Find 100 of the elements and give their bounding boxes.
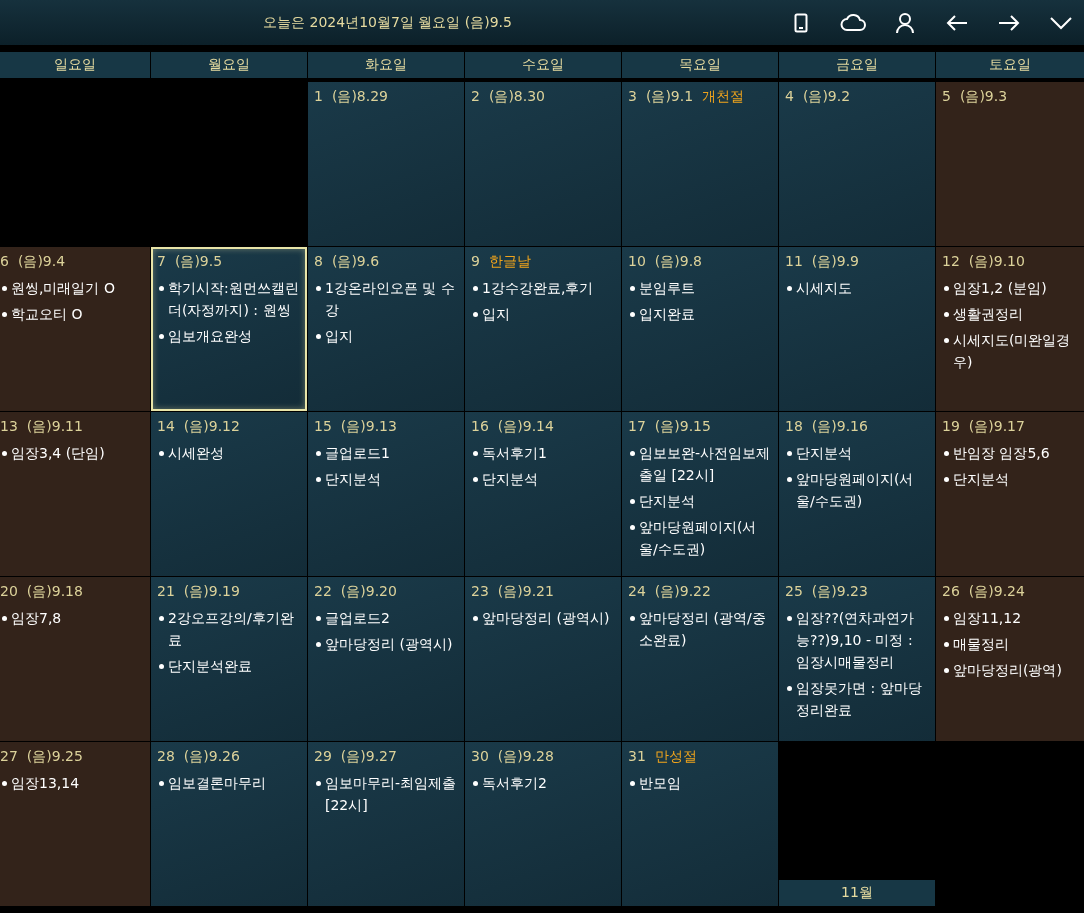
event-text: 임장??(연차과연가능??)9,10 - 미정 : 임장시매물정리 — [796, 609, 916, 672]
bullet-icon — [473, 451, 478, 456]
bullet-icon — [944, 286, 949, 291]
day-cell[interactable]: 28 (음)9.26 임보결론마무리 — [151, 742, 307, 906]
day-cell[interactable]: 31 만성절 반모임 — [622, 742, 778, 906]
event-text: 원씽,미래일기 O — [11, 279, 115, 298]
day-cell[interactable]: 22 (음)9.20 글업로드2 앞마당정리 (광역시) — [308, 577, 464, 741]
event-text: 앞마당원페이지(서울/수도권) — [796, 470, 915, 511]
bullet-icon — [2, 312, 7, 317]
bullet-icon — [316, 334, 321, 339]
event-text: 임보결론마무리 — [168, 774, 266, 793]
lunar-date: (음)9.26 — [183, 748, 240, 766]
bullet-icon — [316, 477, 321, 482]
day-cell[interactable]: 16 (음)9.14 독서후기1 단지분석 — [465, 412, 621, 576]
event-text: 1강온라인오픈 및 수강 — [325, 279, 456, 320]
lunar-date: (음)9.12 — [183, 418, 240, 436]
bullet-icon — [159, 664, 164, 669]
day-cell[interactable]: 4 (음)9.2 — [779, 82, 935, 246]
day-number: 17 — [628, 418, 646, 436]
day-cell[interactable]: 24 (음)9.22 앞마당정리 (광역/중소완료) — [622, 577, 778, 741]
day-cell[interactable]: 14 (음)9.12 시세완성 — [151, 412, 307, 576]
day-cell[interactable]: 21 (음)9.19 2강오프강의/후기완료 단지분석완료 — [151, 577, 307, 741]
day-number: 12 — [942, 253, 960, 271]
day-cell[interactable]: 1 (음)8.29 — [308, 82, 464, 246]
day-number: 6 — [0, 253, 9, 271]
bullet-icon — [944, 668, 949, 673]
bullet-icon — [159, 451, 164, 456]
day-cell[interactable]: 26 (음)9.24 임장11,12 매물정리 앞마당정리(광역) — [936, 577, 1084, 741]
event-text: 단지분석완료 — [168, 657, 252, 676]
event-text: 임보개요완성 — [168, 327, 252, 346]
day-number: 8 — [314, 253, 323, 271]
day-cell[interactable]: 23 (음)9.21 앞마당정리 (광역시) — [465, 577, 621, 741]
day-cell[interactable]: 25 (음)9.23 임장??(연차과연가능??)9,10 - 미정 : 임장시매물정리 임장못가면 : 앞마당정리완료 — [779, 577, 935, 741]
bullet-icon — [2, 616, 7, 621]
bullet-icon — [630, 499, 635, 504]
bullet-icon — [2, 451, 7, 456]
bullet-icon — [473, 781, 478, 786]
day-number: 1 — [314, 88, 323, 106]
day-cell[interactable]: 19 (음)9.17 반임장 임장5,6 단지분석 — [936, 412, 1084, 576]
day-cell[interactable]: 15 (음)9.13 글업로드1 단지분석 — [308, 412, 464, 576]
day-number: 24 — [628, 583, 646, 601]
event-text: 앞마당정리(광역) — [953, 661, 1062, 680]
day-cell[interactable]: 11 (음)9.9 시세지도 — [779, 247, 935, 411]
day-cell[interactable]: 27 (음)9.25 임장13,14 — [0, 742, 150, 906]
day-cell[interactable]: 18 (음)9.16 단지분석 앞마당원페이지(서울/수도권) — [779, 412, 935, 576]
lunar-date: (음)9.28 — [497, 748, 554, 766]
lunar-date: (음)9.15 — [654, 418, 711, 436]
bullet-icon — [159, 286, 164, 291]
day-cell[interactable]: 12 (음)9.10 임장1,2 (분임) 생활권정리 시세지도(미완일경우) — [936, 247, 1084, 411]
day-cell[interactable]: 3 (음)9.1 개천절 — [622, 82, 778, 246]
lunar-date: (음)9.16 — [811, 418, 868, 436]
day-cell[interactable]: 5 (음)9.3 — [936, 82, 1084, 246]
bullet-icon — [316, 616, 321, 621]
lunar-date: (음)9.17 — [968, 418, 1025, 436]
bullet-icon — [944, 312, 949, 317]
lunar-date: (음)9.13 — [340, 418, 397, 436]
day-number: 30 — [471, 748, 489, 766]
day-cell[interactable]: 9 한글날 1강수강완료,후기 입지 — [465, 247, 621, 411]
weekday-header: 화요일 — [308, 52, 464, 78]
bullet-icon — [316, 642, 321, 647]
lunar-date: (음)8.30 — [488, 88, 546, 106]
day-cell[interactable]: 29 (음)9.27 임보마무리-최임제출[22시] — [308, 742, 464, 906]
day-number: 29 — [314, 748, 332, 766]
event-text: 단지분석 — [796, 444, 852, 463]
holiday-name: 한글날 — [488, 253, 531, 271]
lunar-date: (음)9.22 — [654, 583, 711, 601]
day-cell[interactable]: 8 (음)9.6 1강온라인오픈 및 수강 입지 — [308, 247, 464, 411]
month-label: 11월 — [779, 880, 935, 906]
lunar-date: (음)9.8 — [654, 253, 703, 271]
day-cell[interactable]: 6 (음)9.4 원씽,미래일기 O 학교오티 O — [0, 247, 150, 411]
weekday-header: 토요일 — [936, 52, 1084, 78]
day-number: 5 — [942, 88, 951, 106]
day-number: 26 — [942, 583, 960, 601]
event-text: 독서후기2 — [482, 774, 547, 793]
event-text: 임장못가면 : 앞마당정리완료 — [796, 679, 923, 720]
day-cell[interactable]: 30 (음)9.28 독서후기2 — [465, 742, 621, 906]
bullet-icon — [159, 781, 164, 786]
bullet-icon — [630, 781, 635, 786]
bullet-icon — [473, 616, 478, 621]
bullet-icon — [944, 451, 949, 456]
day-number: 28 — [157, 748, 175, 766]
lunar-date: (음)9.2 — [802, 88, 851, 106]
event-text: 임장3,4 (단임) — [11, 444, 105, 463]
day-cell[interactable]: 7 (음)9.5 학기시작:원먼쓰캘린더(자정까지) : 원씽 임보개요완성 — [151, 247, 307, 411]
day-cell[interactable]: 17 (음)9.15 임보보완-사전임보제출일 [22시] 단지분석 앞마당원페이지(서울/수도권) — [622, 412, 778, 576]
event-text: 임장7,8 — [11, 609, 62, 628]
bullet-icon — [787, 451, 792, 456]
lunar-date: (음)9.20 — [340, 583, 397, 601]
lunar-date: (음)9.23 — [811, 583, 868, 601]
event-text: 입지 — [325, 327, 353, 346]
day-cell[interactable]: 10 (음)9.8 분임루트 입지완료 — [622, 247, 778, 411]
day-cell[interactable]: 20 (음)9.18 임장7,8 — [0, 577, 150, 741]
event-text: 입지완료 — [639, 305, 695, 324]
event-text: 임장13,14 — [11, 774, 80, 793]
day-cell[interactable]: 2 (음)8.30 — [465, 82, 621, 246]
event-text: 글업로드2 — [325, 609, 390, 628]
bullet-icon — [787, 686, 792, 691]
day-cell[interactable]: 13 (음)9.11 임장3,4 (단임) — [0, 412, 150, 576]
lunar-date: (음)9.14 — [497, 418, 554, 436]
event-text: 임장1,2 (분임) — [953, 279, 1047, 298]
